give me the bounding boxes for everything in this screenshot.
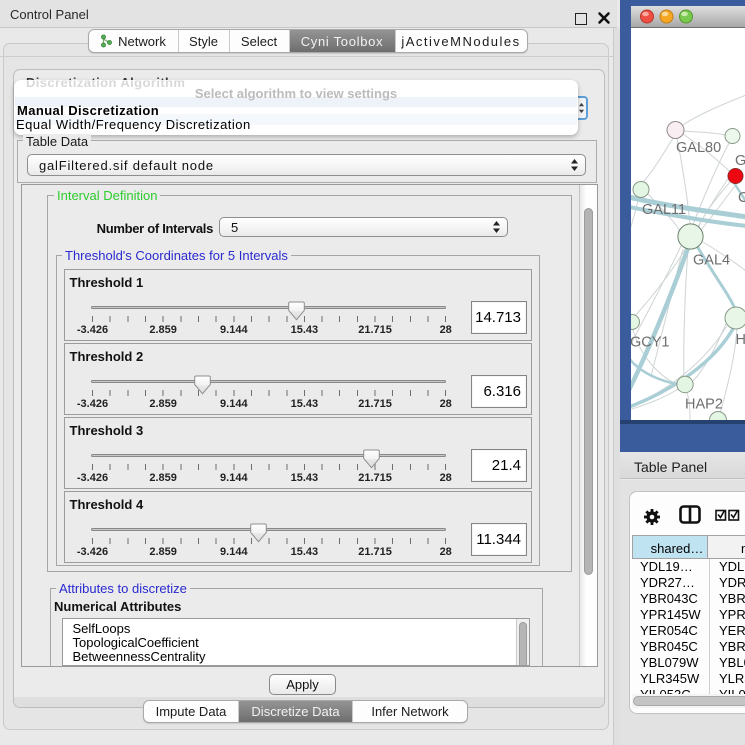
svg-text:GCY1: GCY1 — [631, 335, 670, 351]
svg-text:H: H — [736, 332, 745, 348]
svg-text:C: C — [738, 190, 745, 206]
svg-text:HAP2: HAP2 — [685, 397, 723, 413]
svg-text:GAL4: GAL4 — [693, 253, 730, 269]
svg-text:GAL11: GAL11 — [642, 202, 686, 218]
svg-text:GA: GA — [735, 153, 745, 169]
svg-text:GAL80: GAL80 — [676, 140, 721, 156]
